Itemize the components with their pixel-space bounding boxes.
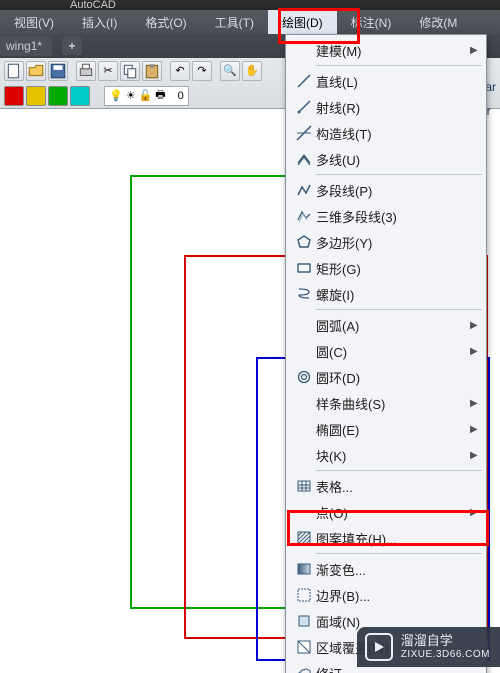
3dpoly-icon	[292, 208, 316, 224]
polyline-icon	[292, 182, 316, 198]
submenu-arrow-icon: ▶	[470, 507, 480, 518]
color-red-swatch[interactable]	[4, 86, 24, 106]
tb-copy-icon[interactable]	[120, 61, 140, 81]
submenu-arrow-icon: ▶	[470, 346, 480, 357]
document-tab-label: wing1*	[6, 39, 42, 53]
dd-gradient[interactable]: 渐变色...	[286, 556, 486, 582]
menu-bar: 视图(V) 插入(I) 格式(O) 工具(T) 绘图(D) 标注(N) 修改(M	[0, 10, 500, 34]
dd-ray[interactable]: 射线(R)	[286, 94, 486, 120]
dd-rectangle[interactable]: 矩形(G)	[286, 255, 486, 281]
wipeout-icon	[292, 639, 316, 655]
dd-ellipse[interactable]: 椭圆(E) ▶	[286, 416, 486, 442]
menu-view[interactable]: 视图(V)	[0, 10, 68, 34]
xline-icon	[292, 125, 316, 141]
menu-modify[interactable]: 修改(M	[405, 10, 471, 34]
menu-dimension[interactable]: 标注(N)	[337, 10, 406, 34]
line-icon	[292, 73, 316, 89]
dd-table[interactable]: 表格...	[286, 473, 486, 499]
dd-boundary[interactable]: 边界(B)...	[286, 582, 486, 608]
helix-icon	[292, 286, 316, 302]
donut-icon	[292, 369, 316, 385]
tb-cut-icon[interactable]: ✂	[98, 61, 118, 81]
tb-undo-icon[interactable]: ↶	[170, 61, 190, 81]
dd-3dpoly[interactable]: 三维多段线(3)	[286, 203, 486, 229]
layer-dropdown[interactable]: 💡 ☀ 🔓 🖶 0	[104, 86, 189, 106]
revcloud-icon	[292, 665, 316, 673]
menu-separator	[316, 174, 482, 175]
submenu-arrow-icon: ▶	[470, 45, 480, 56]
dd-polygon[interactable]: 多边形(Y)	[286, 229, 486, 255]
submenu-arrow-icon: ▶	[470, 424, 480, 435]
mline-icon	[292, 151, 316, 167]
dd-hatch[interactable]: 图案填充(H)...	[286, 525, 486, 551]
dd-mline[interactable]: 多线(U)	[286, 146, 486, 172]
bulb-icon: 💡	[109, 89, 123, 102]
dd-modeling[interactable]: 建模(M) ▶	[286, 37, 486, 63]
color-yellow-swatch[interactable]	[26, 86, 46, 106]
submenu-arrow-icon: ▶	[470, 398, 480, 409]
gradient-icon	[292, 561, 316, 577]
dd-xline[interactable]: 构造线(T)	[286, 120, 486, 146]
dd-arc[interactable]: 圆弧(A) ▶	[286, 312, 486, 338]
tb-paste-icon[interactable]	[142, 61, 162, 81]
region-icon	[292, 613, 316, 629]
boundary-icon	[292, 587, 316, 603]
menu-separator	[316, 470, 482, 471]
color-green-swatch[interactable]	[48, 86, 68, 106]
dd-circle[interactable]: 圆(C) ▶	[286, 338, 486, 364]
tb-new-icon[interactable]	[4, 61, 24, 81]
color-cyan-swatch[interactable]	[70, 86, 90, 106]
tb-open-icon[interactable]	[26, 61, 46, 81]
hatch-icon	[292, 530, 316, 546]
menu-separator	[316, 309, 482, 310]
menu-format[interactable]: 格式(O)	[131, 10, 200, 34]
tb-redo-icon[interactable]: ↷	[192, 61, 212, 81]
tb-print-icon[interactable]	[76, 61, 96, 81]
tb-pan-icon[interactable]: ✋	[242, 61, 262, 81]
submenu-arrow-icon: ▶	[470, 450, 480, 461]
play-icon	[365, 633, 393, 661]
print-layer-icon: 🖶	[155, 86, 165, 105]
lock-icon: 🔓	[139, 89, 153, 102]
dd-donut[interactable]: 圆环(D)	[286, 364, 486, 390]
dd-point[interactable]: 点(O) ▶	[286, 499, 486, 525]
menu-separator	[316, 553, 482, 554]
tb-save-icon[interactable]	[48, 61, 68, 81]
dd-helix[interactable]: 螺旋(I)	[286, 281, 486, 307]
dd-spline[interactable]: 样条曲线(S) ▶	[286, 390, 486, 416]
menu-draw[interactable]: 绘图(D)	[268, 10, 337, 34]
dd-block[interactable]: 块(K) ▶	[286, 442, 486, 468]
sun-icon: ☀	[126, 89, 136, 102]
watermark-brand: 溜溜自学	[401, 634, 490, 648]
dd-polyline[interactable]: 多段线(P)	[286, 177, 486, 203]
title-bar: AutoCAD	[0, 0, 500, 10]
dd-line[interactable]: 直线(L)	[286, 68, 486, 94]
ray-icon	[292, 99, 316, 115]
menu-tools[interactable]: 工具(T)	[201, 10, 268, 34]
watermark: 溜溜自学 ZIXUE.3D66.COM	[357, 627, 500, 667]
draw-menu-dropdown: 建模(M) ▶ 直线(L) 射线(R) 构造线(T) 多线(U) 多段线(P) …	[285, 34, 487, 673]
document-tab[interactable]: wing1*	[0, 36, 52, 56]
submenu-arrow-icon: ▶	[470, 320, 480, 331]
menu-insert[interactable]: 插入(I)	[68, 10, 131, 34]
rectangle-icon	[292, 260, 316, 276]
new-tab-button[interactable]: +	[62, 37, 82, 55]
tb-zoom-icon[interactable]: 🔍	[220, 61, 240, 81]
menu-separator	[316, 65, 482, 66]
layer-name: 0	[178, 90, 184, 102]
watermark-url: ZIXUE.3D66.COM	[401, 649, 490, 660]
table-icon	[292, 478, 316, 494]
polygon-icon	[292, 234, 316, 250]
